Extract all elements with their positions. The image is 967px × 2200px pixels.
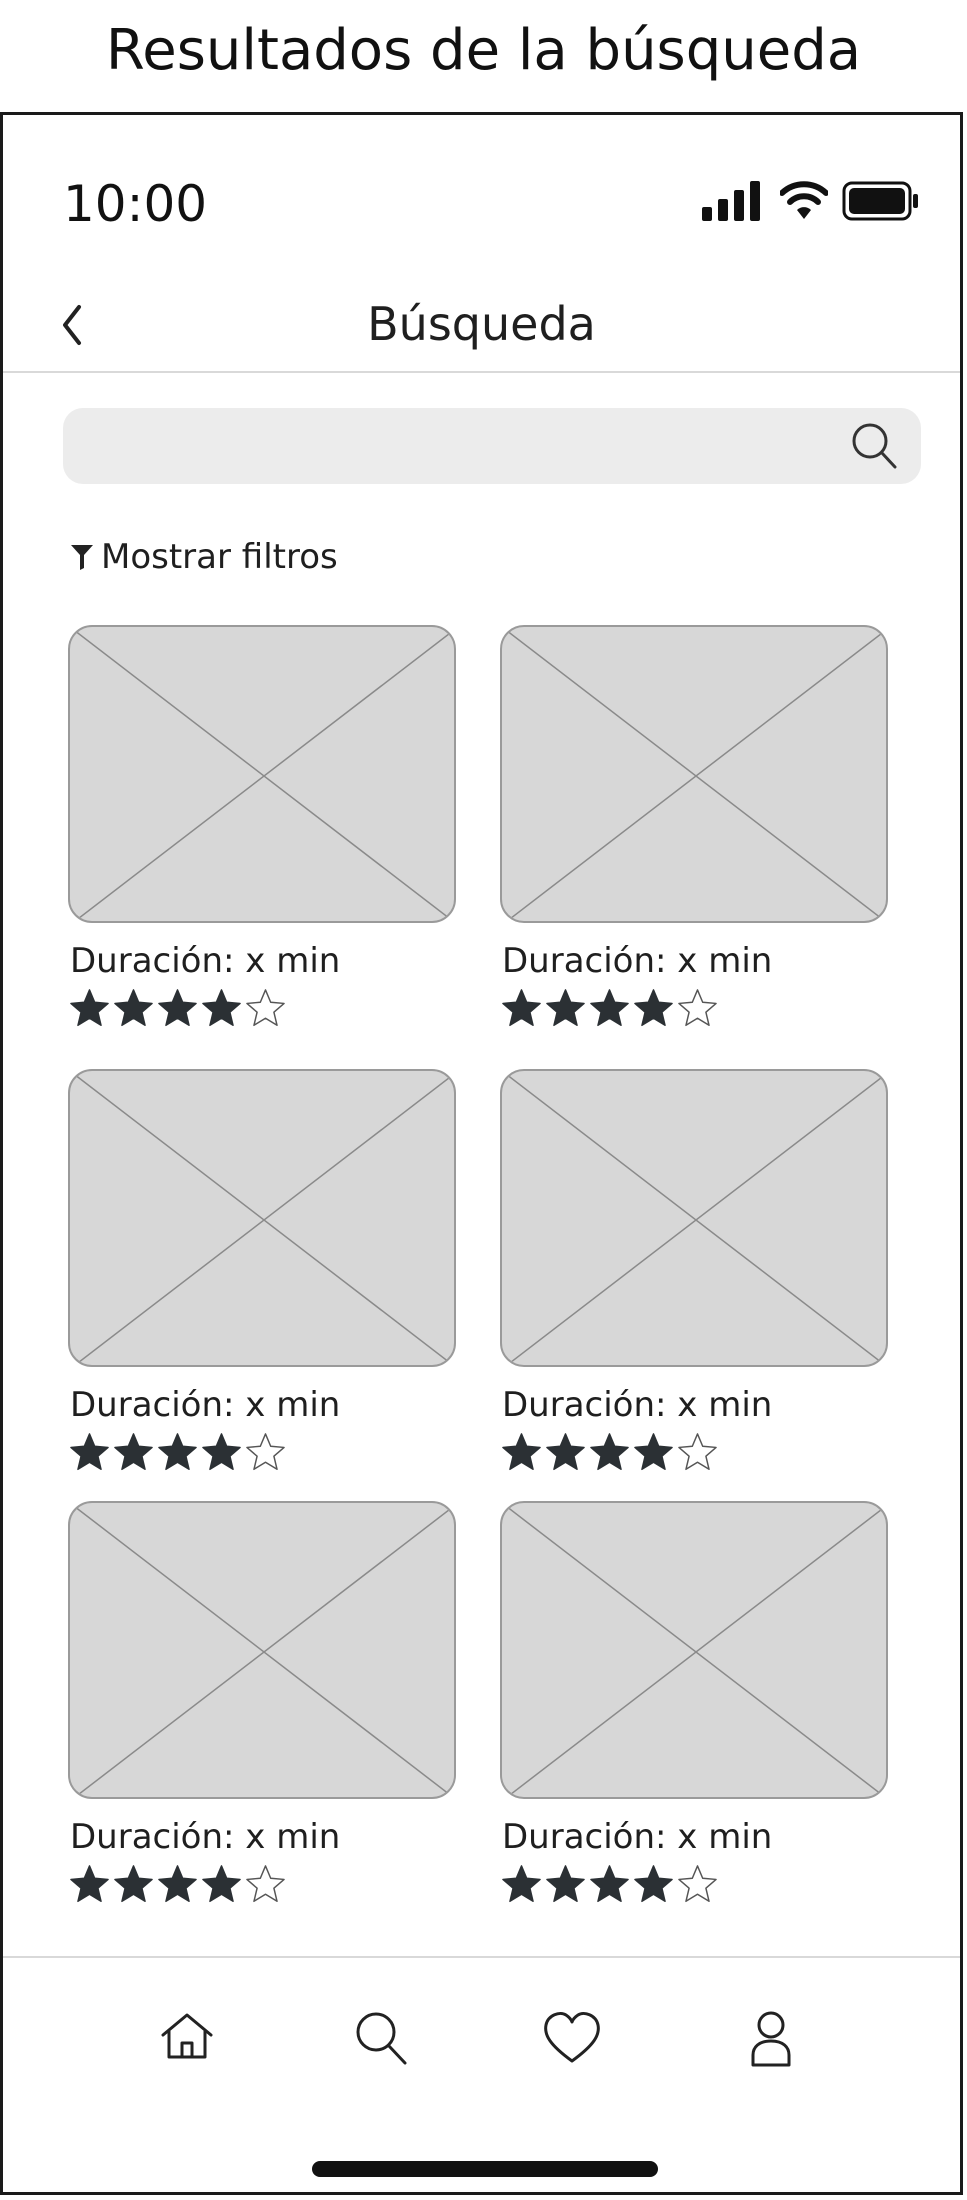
image-placeholder — [68, 1069, 456, 1367]
image-placeholder — [500, 1501, 888, 1799]
star-filled-icon — [70, 1865, 109, 1903]
duration-label: Duración: x min — [502, 941, 773, 981]
heart-icon[interactable] — [540, 2005, 604, 2069]
star-filled-icon — [202, 1433, 241, 1471]
star-filled-icon — [502, 989, 541, 1027]
home-indicator — [312, 2161, 658, 2177]
star-rating — [500, 1863, 719, 1906]
phone-frame: 10:00 Búsqueda Mostrar filtros Duración:… — [0, 112, 963, 2195]
star-filled-icon — [634, 989, 673, 1027]
star-filled-icon — [546, 989, 585, 1027]
star-filled-icon — [634, 1433, 673, 1471]
header: Búsqueda — [3, 275, 960, 373]
star-empty-icon — [678, 1865, 717, 1903]
page-caption: Resultados de la búsqueda — [105, 18, 862, 83]
star-empty-icon — [246, 1433, 285, 1471]
star-filled-icon — [70, 1433, 109, 1471]
image-placeholder — [500, 1069, 888, 1367]
star-empty-icon — [678, 989, 717, 1027]
search-icon[interactable] — [349, 2005, 413, 2069]
star-filled-icon — [114, 989, 153, 1027]
star-filled-icon — [634, 1865, 673, 1903]
page-title: Búsqueda — [367, 297, 596, 351]
image-placeholder — [68, 1501, 456, 1799]
star-filled-icon — [114, 1433, 153, 1471]
star-rating — [68, 1431, 287, 1474]
battery-icon — [842, 181, 918, 221]
star-filled-icon — [502, 1433, 541, 1471]
duration-label: Duración: x min — [70, 941, 341, 981]
star-filled-icon — [202, 989, 241, 1027]
status-time: 10:00 — [63, 175, 208, 233]
duration-label: Duración: x min — [70, 1817, 341, 1857]
show-filters-label: Mostrar filtros — [101, 537, 338, 577]
signal-icon — [702, 181, 760, 221]
search-icon[interactable] — [849, 420, 899, 472]
star-rating — [500, 987, 719, 1030]
star-filled-icon — [590, 1865, 629, 1903]
wifi-icon — [780, 181, 828, 219]
star-empty-icon — [678, 1433, 717, 1471]
image-placeholder — [68, 625, 456, 923]
show-filters-button[interactable]: Mostrar filtros — [69, 537, 338, 577]
tab-bar-divider — [3, 1956, 960, 1958]
star-empty-icon — [246, 1865, 285, 1903]
home-icon[interactable] — [155, 2005, 219, 2069]
duration-label: Duración: x min — [70, 1385, 341, 1425]
star-empty-icon — [246, 989, 285, 1027]
star-filled-icon — [546, 1865, 585, 1903]
user-icon[interactable] — [739, 2005, 803, 2069]
star-filled-icon — [114, 1865, 153, 1903]
star-filled-icon — [502, 1865, 541, 1903]
filter-icon — [71, 545, 93, 570]
star-filled-icon — [158, 1865, 197, 1903]
star-rating — [68, 1863, 287, 1906]
image-placeholder — [500, 625, 888, 923]
star-filled-icon — [590, 1433, 629, 1471]
star-filled-icon — [158, 1433, 197, 1471]
star-filled-icon — [546, 1433, 585, 1471]
star-rating — [68, 987, 287, 1030]
star-filled-icon — [70, 989, 109, 1027]
star-filled-icon — [590, 989, 629, 1027]
star-rating — [500, 1431, 719, 1474]
status-icons — [702, 179, 920, 223]
star-filled-icon — [202, 1865, 241, 1903]
star-filled-icon — [158, 989, 197, 1027]
duration-label: Duración: x min — [502, 1385, 773, 1425]
search-bar[interactable] — [63, 408, 921, 486]
search-input[interactable] — [81, 408, 845, 486]
duration-label: Duración: x min — [502, 1817, 773, 1857]
